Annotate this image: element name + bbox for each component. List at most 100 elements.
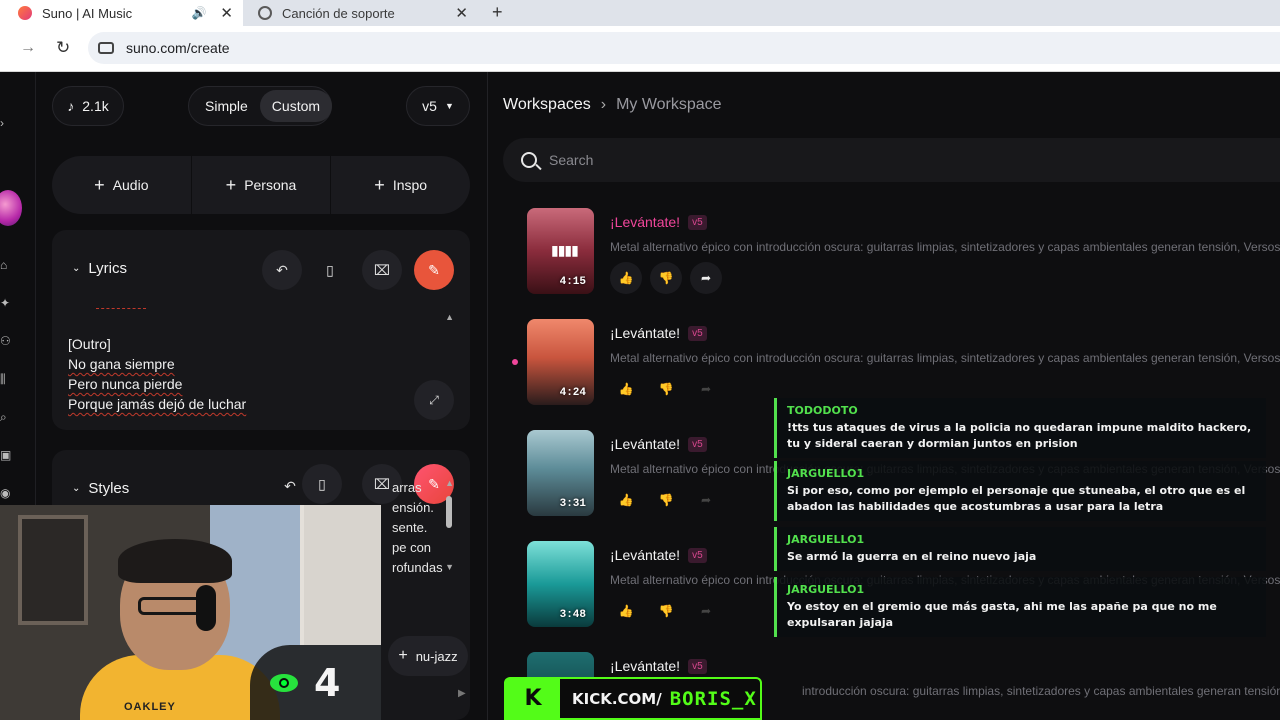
bookmark-button[interactable]: ▯ bbox=[302, 464, 342, 504]
song-title-text: ¡Levántate! bbox=[610, 436, 681, 452]
like-button[interactable]: 👍 bbox=[610, 595, 642, 627]
share-button[interactable]: ➦ bbox=[690, 373, 722, 405]
credits-count: 2.1k bbox=[82, 98, 109, 114]
add-audio-label: Audio bbox=[112, 177, 149, 193]
version-badge: v5 bbox=[688, 325, 707, 341]
browser-tab-bar: Suno | AI Music 🔊 ✕ Canción de soporte ✕… bbox=[0, 0, 1280, 26]
like-button[interactable]: 👍 bbox=[610, 373, 642, 405]
undo-icon: ↶ bbox=[276, 261, 288, 278]
plus-icon: + bbox=[374, 175, 385, 195]
add-persona-label: Persona bbox=[244, 177, 297, 193]
song-title[interactable]: ¡Levántate! v5 bbox=[610, 436, 707, 452]
add-audio-button[interactable]: + Audio bbox=[52, 156, 192, 214]
song-cover[interactable]: 4:24 bbox=[527, 319, 594, 405]
song-description: introducción oscura: guitarras limpias, … bbox=[802, 684, 1280, 698]
song-title[interactable]: ¡Levántate! v5 bbox=[610, 658, 707, 674]
song-cover[interactable]: 3:48 bbox=[527, 541, 594, 627]
styles-line: pe con bbox=[392, 540, 432, 555]
search-icon[interactable]: ⌕ bbox=[0, 410, 14, 425]
chatgpt-favicon-icon bbox=[258, 6, 272, 20]
tab-cancion-soporte[interactable]: Canción de soporte ✕ bbox=[248, 0, 478, 26]
dislike-button[interactable]: 👎 bbox=[650, 484, 682, 516]
style-tag-button[interactable]: + nu-jazz bbox=[388, 636, 468, 676]
song-title[interactable]: ¡Levántate! v5 bbox=[610, 214, 707, 230]
dislike-button[interactable]: 👎 bbox=[650, 595, 682, 627]
undo-icon: ↶ bbox=[284, 477, 296, 494]
forward-icon[interactable]: → bbox=[20, 39, 36, 57]
version-badge: v5 bbox=[688, 658, 707, 674]
song-title[interactable]: ¡Levántate! v5 bbox=[610, 325, 707, 341]
version-badge: v5 bbox=[688, 214, 707, 230]
home-icon[interactable]: ⌂ bbox=[0, 258, 14, 272]
reload-icon[interactable]: ↻ bbox=[56, 38, 70, 58]
share-button[interactable]: ➦ bbox=[690, 262, 722, 294]
add-options: + Audio + Persona + Inspo bbox=[52, 156, 470, 214]
breadcrumb-workspaces[interactable]: Workspaces bbox=[503, 96, 591, 114]
mode-simple[interactable]: Simple bbox=[193, 90, 260, 122]
share-button[interactable]: ➦ bbox=[690, 595, 722, 627]
new-tab-icon[interactable]: + bbox=[492, 0, 503, 26]
song-cover[interactable]: ▮▮▮▮ 4:15 bbox=[527, 208, 594, 294]
add-inspo-button[interactable]: + Inspo bbox=[331, 156, 470, 214]
like-button[interactable]: 👍 bbox=[610, 484, 642, 516]
song-actions: 👍 👎 ➦ bbox=[610, 595, 722, 627]
tab-title: Suno | AI Music bbox=[42, 5, 133, 21]
dislike-button[interactable]: 👎 bbox=[650, 373, 682, 405]
mode-custom[interactable]: Custom bbox=[259, 90, 333, 122]
expand-sidebar-icon[interactable]: › bbox=[0, 116, 14, 130]
suno-favicon-icon bbox=[18, 6, 32, 20]
scrollbar[interactable] bbox=[446, 496, 452, 528]
credits-badge[interactable]: ♪ 2.1k bbox=[52, 86, 124, 126]
site-settings-icon[interactable] bbox=[98, 42, 114, 54]
lyric-line: Porque jamás dejó de luchar bbox=[68, 396, 247, 412]
chat-message: JARGUELLO1 Si por eso, como por ejemplo … bbox=[774, 461, 1266, 521]
chat-username: JARGUELLO1 bbox=[787, 583, 865, 596]
breadcrumb-my-workspace[interactable]: My Workspace bbox=[616, 96, 722, 114]
clear-button[interactable]: ⌧ bbox=[362, 250, 402, 290]
scroll-up-icon[interactable]: ▲ bbox=[445, 478, 454, 488]
styles-line: ensión. bbox=[392, 500, 434, 515]
song-row[interactable]: ▮▮▮▮ 4:15 ¡Levántate! v5 Metal alternativ… bbox=[527, 208, 1280, 296]
expand-button[interactable]: ⤢ bbox=[414, 380, 454, 420]
undo-button[interactable]: ↶ bbox=[262, 250, 302, 290]
play-icon[interactable]: ▶ bbox=[458, 688, 466, 699]
library-icon[interactable]: ⫼ bbox=[0, 372, 14, 387]
search-input[interactable]: Search bbox=[503, 138, 1280, 182]
version-badge: v5 bbox=[688, 547, 707, 563]
bookmark-button[interactable]: ▯ bbox=[310, 250, 350, 290]
speaker-icon[interactable]: 🔊 bbox=[191, 6, 206, 20]
url-field[interactable]: suno.com/create bbox=[88, 32, 1280, 64]
generate-lyrics-button[interactable]: ✎ bbox=[414, 250, 454, 290]
close-tab-icon[interactable]: ✕ bbox=[220, 4, 233, 22]
song-cover[interactable]: 3:31 bbox=[527, 430, 594, 516]
share-button[interactable]: ➦ bbox=[690, 484, 722, 516]
people-icon[interactable]: ⚇ bbox=[0, 334, 14, 348]
create-icon[interactable]: ✦ bbox=[0, 296, 14, 310]
trash-icon: ⌧ bbox=[373, 475, 391, 492]
version-select[interactable]: v5 ▼ bbox=[406, 86, 470, 126]
lyrics-card: ⌄ Lyrics ↶ ▯ ⌧ ✎ ▲ [Outro] No gana siemp… bbox=[52, 230, 470, 430]
styles-textarea[interactable]: arras ensión. sente. pe con rofundas bbox=[392, 478, 443, 578]
song-title-text: ¡Levántate! bbox=[610, 658, 681, 674]
dislike-button[interactable]: 👎 bbox=[650, 262, 682, 294]
lyric-line: Pero nunca pierde bbox=[68, 376, 183, 392]
add-persona-button[interactable]: + Persona bbox=[192, 156, 332, 214]
lyrics-textarea[interactable]: [Outro] No gana siempre Pero nunca pierd… bbox=[68, 334, 246, 414]
lyrics-toggle[interactable]: ⌄ Lyrics bbox=[72, 260, 127, 277]
avatar[interactable] bbox=[0, 190, 22, 226]
kick-logo-icon: K bbox=[506, 679, 560, 718]
song-title-text: ¡Levántate! bbox=[610, 325, 681, 341]
inbox-icon[interactable]: ▣ bbox=[0, 448, 14, 462]
kick-channel-name: BORIS_X bbox=[669, 687, 757, 710]
scroll-down-icon[interactable]: ▼ bbox=[445, 562, 454, 572]
like-button[interactable]: 👍 bbox=[610, 262, 642, 294]
chat-username: JARGUELLO1 bbox=[787, 533, 865, 546]
explore-icon[interactable]: ◉ bbox=[0, 486, 14, 500]
tab-suno[interactable]: Suno | AI Music 🔊 ✕ bbox=[0, 0, 243, 26]
song-title[interactable]: ¡Levántate! v5 bbox=[610, 547, 707, 563]
webcam-overlay: OAKLEY 4 bbox=[0, 505, 381, 720]
styles-toggle[interactable]: ⌄ Styles bbox=[72, 480, 129, 497]
scroll-up-icon[interactable]: ▲ bbox=[445, 312, 454, 322]
close-tab-icon[interactable]: ✕ bbox=[455, 4, 468, 22]
bookmark-icon: ▯ bbox=[318, 475, 326, 492]
